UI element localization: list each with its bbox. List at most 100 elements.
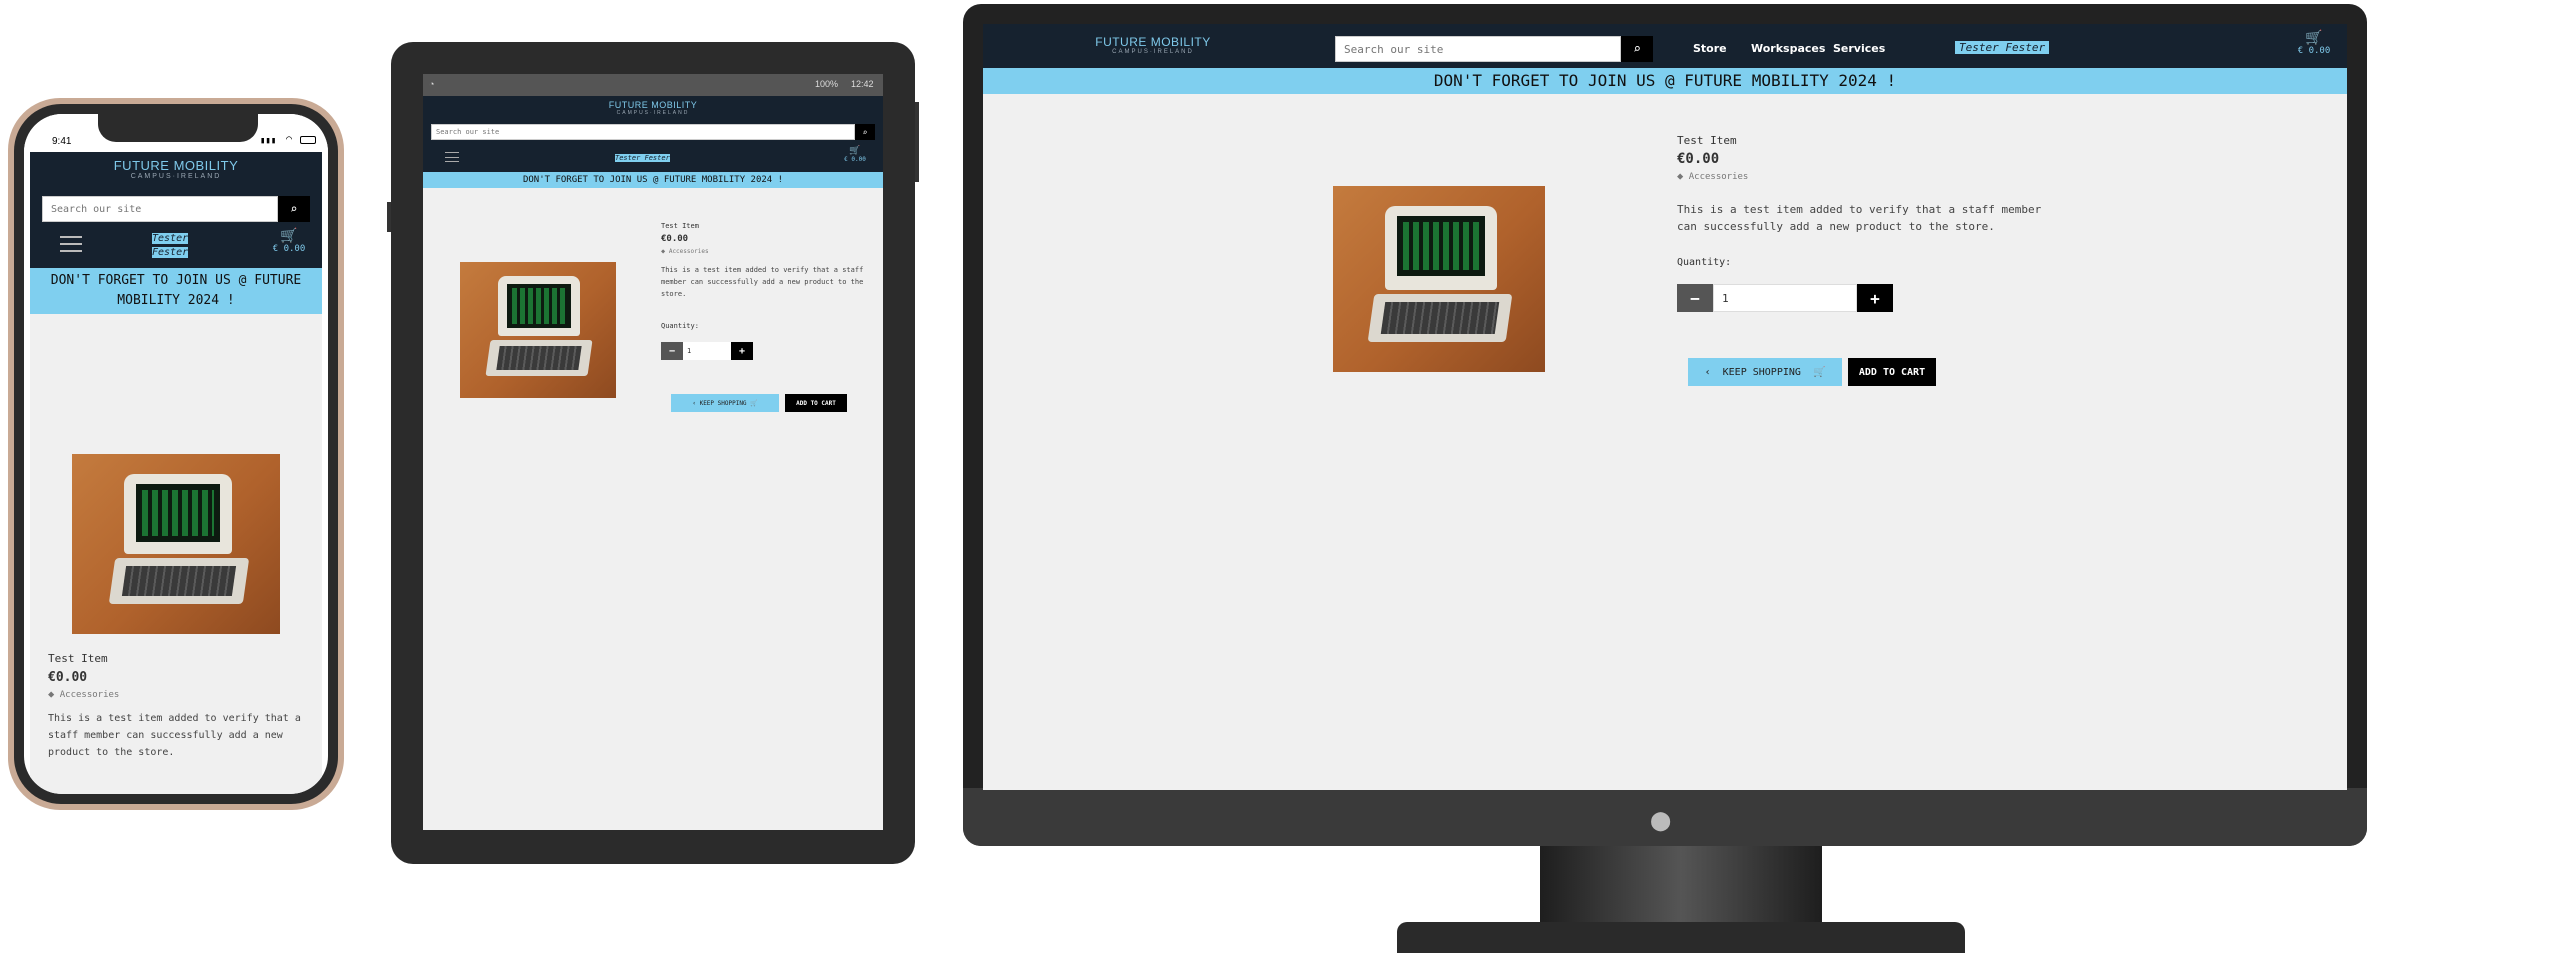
signal-icon: ▮▮▮ — [260, 136, 277, 146]
quantity-stepper: − 1 + — [661, 342, 753, 360]
product-category[interactable]: ⬥ Accessories — [1677, 172, 1748, 182]
product-name: Test Item — [48, 652, 108, 665]
cart-link[interactable]: 🛒 € 0.00 — [835, 146, 875, 163]
product-image[interactable] — [72, 454, 280, 634]
cart-icon: 🛒 — [280, 228, 298, 244]
search-form: ⌕ — [42, 196, 310, 222]
product-price: €0.00 — [48, 670, 88, 685]
quantity-stepper: − 1 + — [1677, 284, 1893, 312]
keep-shopping-label: KEEP SHOPPING — [699, 399, 747, 407]
product-name: Test Item — [661, 222, 699, 230]
quantity-label: Quantity: — [1677, 257, 1732, 268]
product-price: €0.00 — [661, 234, 689, 244]
promo-banner: DON'T FORGET TO JOIN US @ FUTURE MOBILIT… — [423, 172, 883, 188]
search-icon: ⌕ — [290, 202, 298, 216]
add-to-cart-button[interactable]: ADD TO CART — [1848, 358, 1936, 386]
nav-services[interactable]: Services — [1833, 42, 1885, 55]
keep-shopping-button[interactable]: ‹ KEEP SHOPPING 🛒 — [1688, 358, 1842, 386]
cart-icon: 🛒 — [849, 146, 861, 156]
quantity-input[interactable]: 1 — [1713, 284, 1857, 312]
site-logo[interactable]: FUTURE MOBILITY CAMPUS·IRELAND — [1083, 35, 1223, 55]
tablet-screen: ◔ 100% 12:42 FUTURE MOBILITY CAMPUS·IREL… — [423, 74, 883, 830]
search-form: ⌕ — [431, 124, 875, 140]
search-form: ⌕ — [1335, 36, 1653, 62]
increment-button[interactable]: + — [731, 342, 753, 360]
user-name: Tester Fester — [1955, 41, 2050, 54]
product-description: This is a test item added to verify that… — [661, 266, 864, 298]
site-logo[interactable]: FUTURE MOBILITY CAMPUS·IRELAND — [30, 158, 322, 180]
keep-shopping-label: KEEP SHOPPING — [1722, 366, 1801, 378]
increment-button[interactable]: + — [1857, 284, 1893, 312]
promo-banner: DON'T FORGET TO JOIN US @ FUTURE MOBILIT… — [983, 68, 2347, 94]
search-input[interactable] — [42, 196, 278, 222]
monitor-base — [1397, 922, 1965, 953]
search-button[interactable]: ⌕ — [1621, 36, 1653, 62]
cart-total: € 0.00 — [844, 156, 866, 163]
hamburger-menu-icon[interactable] — [60, 236, 82, 252]
user-account[interactable]: Tester Fester — [152, 232, 189, 260]
search-icon: ⌕ — [1633, 41, 1641, 57]
site-logo[interactable]: FUTURE MOBILITY CAMPUS·IRELAND — [423, 100, 883, 116]
brand-name: FUTURE MOBILITY — [608, 100, 698, 110]
search-button[interactable]: ⌕ — [855, 124, 875, 140]
keep-shopping-button[interactable]: ‹ KEEP SHOPPING 🛒 — [671, 394, 779, 412]
tag-icon: ⬥ — [1677, 172, 1684, 182]
cart-total: € 0.00 — [272, 244, 306, 254]
tablet-battery: 100% — [815, 79, 839, 89]
promo-banner: DON'T FORGET TO JOIN US @ FUTURE MOBILIT… — [30, 268, 322, 314]
brand-sub: CAMPUS·IRELAND — [616, 110, 690, 116]
tablet-header: FUTURE MOBILITY CAMPUS·IRELAND ⌕ Tester … — [423, 96, 883, 172]
product-price: €0.00 — [1677, 151, 1720, 167]
add-to-cart-button[interactable]: ADD TO CART — [785, 394, 847, 412]
brand-name: FUTURE MOBILITY — [1095, 35, 1211, 49]
product-description: This is a test item added to verify that… — [1677, 203, 2042, 233]
user-first-name: Tester — [152, 233, 189, 244]
decrement-button[interactable]: − — [1677, 284, 1713, 312]
nav-store[interactable]: Store — [1693, 42, 1727, 55]
user-account[interactable]: Tester Fester — [615, 154, 670, 162]
tablet-device: ◔ 100% 12:42 FUTURE MOBILITY CAMPUS·IREL… — [387, 42, 919, 864]
wifi-icon: ◠ — [286, 134, 293, 145]
chevron-left-icon: ‹ — [1704, 366, 1711, 378]
hamburger-menu-icon[interactable] — [445, 152, 459, 162]
phone-screen: 9:41 ▮▮▮ ◠ FUTURE MOBILITY CAMPUS·IRELAN… — [24, 114, 328, 794]
product-category[interactable]: ⬥ Accessories — [48, 690, 119, 700]
search-input[interactable] — [431, 124, 855, 140]
desktop-header: FUTURE MOBILITY CAMPUS·IRELAND ⌕ Store W… — [983, 24, 2347, 68]
cart-link[interactable]: 🛒 € 0.00 — [264, 228, 314, 254]
brand-name: FUTURE MOBILITY — [113, 158, 239, 173]
product-category[interactable]: ⬥ Accessories — [661, 248, 709, 256]
desktop-screen: FUTURE MOBILITY CAMPUS·IRELAND ⌕ Store W… — [983, 24, 2347, 790]
cart-icon: 🛒 — [2305, 30, 2323, 46]
user-account[interactable]: Tester Fester — [1955, 41, 2050, 54]
quantity-input[interactable]: 1 — [683, 342, 731, 360]
phone-status-time: 9:41 — [52, 136, 72, 147]
search-icon: ⌕ — [862, 127, 868, 137]
battery-icon — [300, 136, 316, 144]
cart-link[interactable]: 🛒 € 0.00 — [2289, 30, 2339, 56]
sync-icon: ◔ — [429, 79, 435, 89]
category-label: Accessories — [59, 690, 120, 700]
user-last-name: Fester — [152, 247, 189, 258]
phone-notch — [98, 114, 258, 142]
nav-workspaces[interactable]: Workspaces — [1751, 42, 1825, 55]
tablet-status-bar: ◔ 100% 12:42 — [423, 74, 883, 96]
monitor-device: ● FUTURE MOBILITY CAMPUS·IRELAND ⌕ Store… — [963, 4, 2367, 846]
product-name: Test Item — [1677, 134, 1737, 147]
tag-icon: ⬥ — [48, 690, 55, 700]
user-name: Tester Fester — [615, 154, 670, 162]
monitor-stand — [1540, 846, 1822, 926]
cart-icon: 🛒 — [1812, 366, 1826, 378]
product-image[interactable] — [460, 262, 616, 398]
phone-device: 9:41 ▮▮▮ ◠ FUTURE MOBILITY CAMPUS·IRELAN… — [8, 98, 344, 810]
chevron-left-icon: ‹ — [692, 399, 696, 407]
search-input[interactable] — [1335, 36, 1621, 62]
product-description: This is a test item added to verify that… — [48, 713, 301, 758]
cart-total: € 0.00 — [2297, 46, 2331, 56]
search-button[interactable]: ⌕ — [277, 196, 310, 222]
brand-sub: CAMPUS·IRELAND — [1112, 49, 1194, 55]
decrement-button[interactable]: − — [661, 342, 683, 360]
cart-icon: 🛒 — [750, 399, 758, 407]
product-image[interactable] — [1333, 186, 1545, 372]
tablet-time: 12:42 — [851, 79, 874, 89]
